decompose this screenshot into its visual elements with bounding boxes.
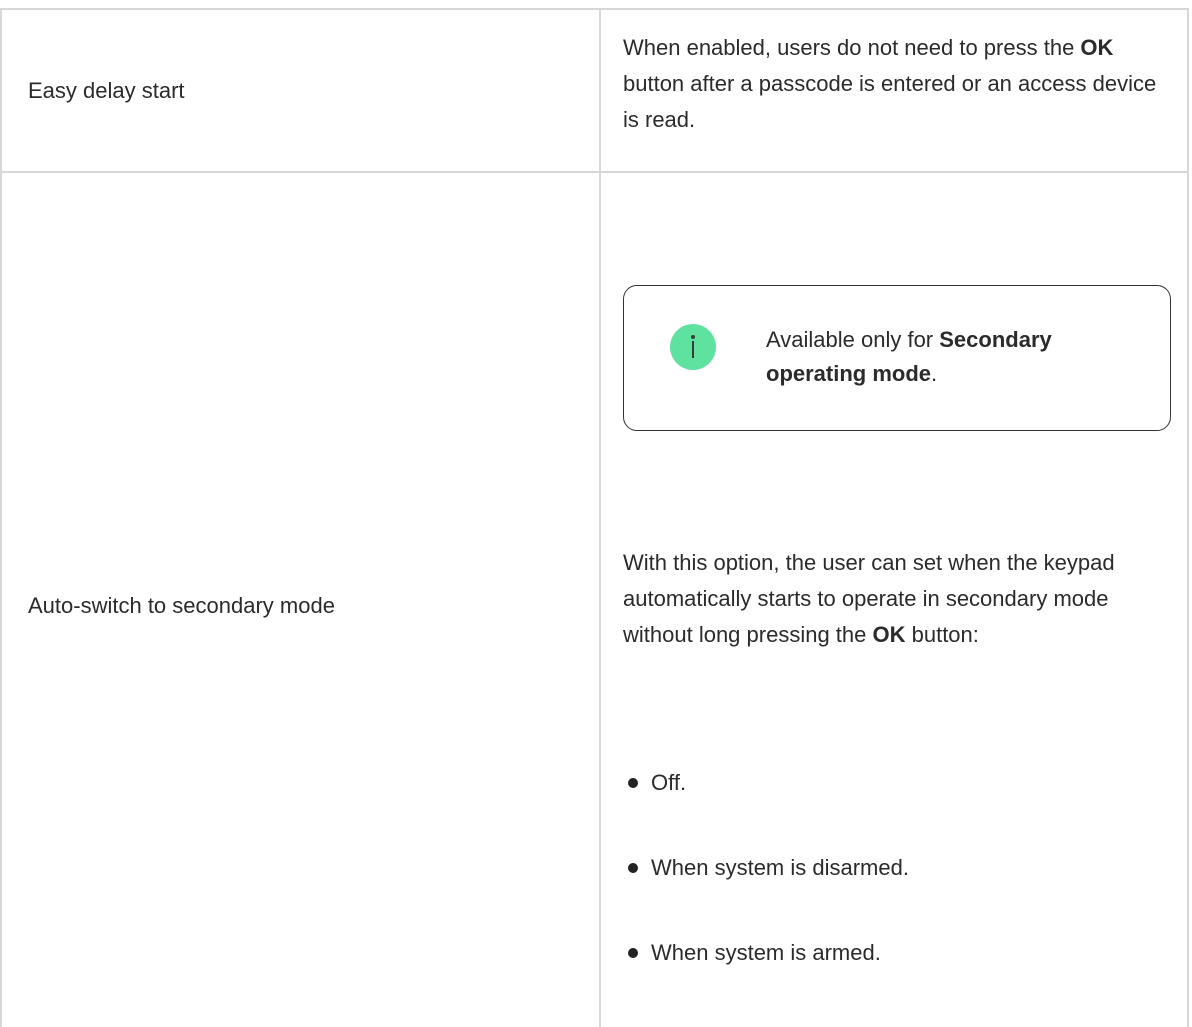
info-icon-stem [692, 341, 694, 358]
bullet-icon [628, 778, 638, 788]
bullet-icon [628, 863, 638, 873]
setting-name-auto-switch: Auto-switch to secondary mode [28, 593, 335, 618]
ok-button-label: OK [1080, 35, 1114, 60]
option-text: When system is armed. [651, 940, 881, 965]
description-text: button after a passcode is entered or an… [623, 71, 1157, 132]
note-text: . [931, 361, 938, 386]
setting-description-auto-switch: With this option, the user can set when … [623, 545, 1168, 653]
row-divider [2, 171, 1187, 173]
option-text: Off. [651, 770, 687, 795]
info-icon-dot [691, 335, 695, 339]
options-list: Off. When system is disarmed. When syste… [623, 765, 1168, 1020]
ok-button-label: OK [872, 622, 906, 647]
bullet-icon [628, 948, 638, 958]
note-text: Available only for [766, 327, 940, 352]
description-text: button: [905, 622, 979, 647]
description-text: When enabled, users do not need to press… [623, 35, 1081, 60]
setting-description-easy-delay-start: When enabled, users do not need to press… [623, 30, 1168, 138]
info-icon [670, 324, 716, 370]
setting-name-easy-delay-start: Easy delay start [28, 78, 185, 103]
list-item: When system is armed. [623, 935, 1168, 971]
column-divider [599, 10, 601, 1027]
description-text: With this option, the user can set when … [623, 550, 1115, 647]
info-note: Available only for Secondary operating m… [623, 285, 1171, 431]
settings-table: Easy delay start When enabled, users do … [0, 8, 1189, 1027]
info-note-text: Available only for Secondary operating m… [766, 323, 1146, 391]
list-item: When system is disarmed. [623, 850, 1168, 886]
option-text: When system is disarmed. [651, 855, 909, 880]
list-item: Off. [623, 765, 1168, 801]
